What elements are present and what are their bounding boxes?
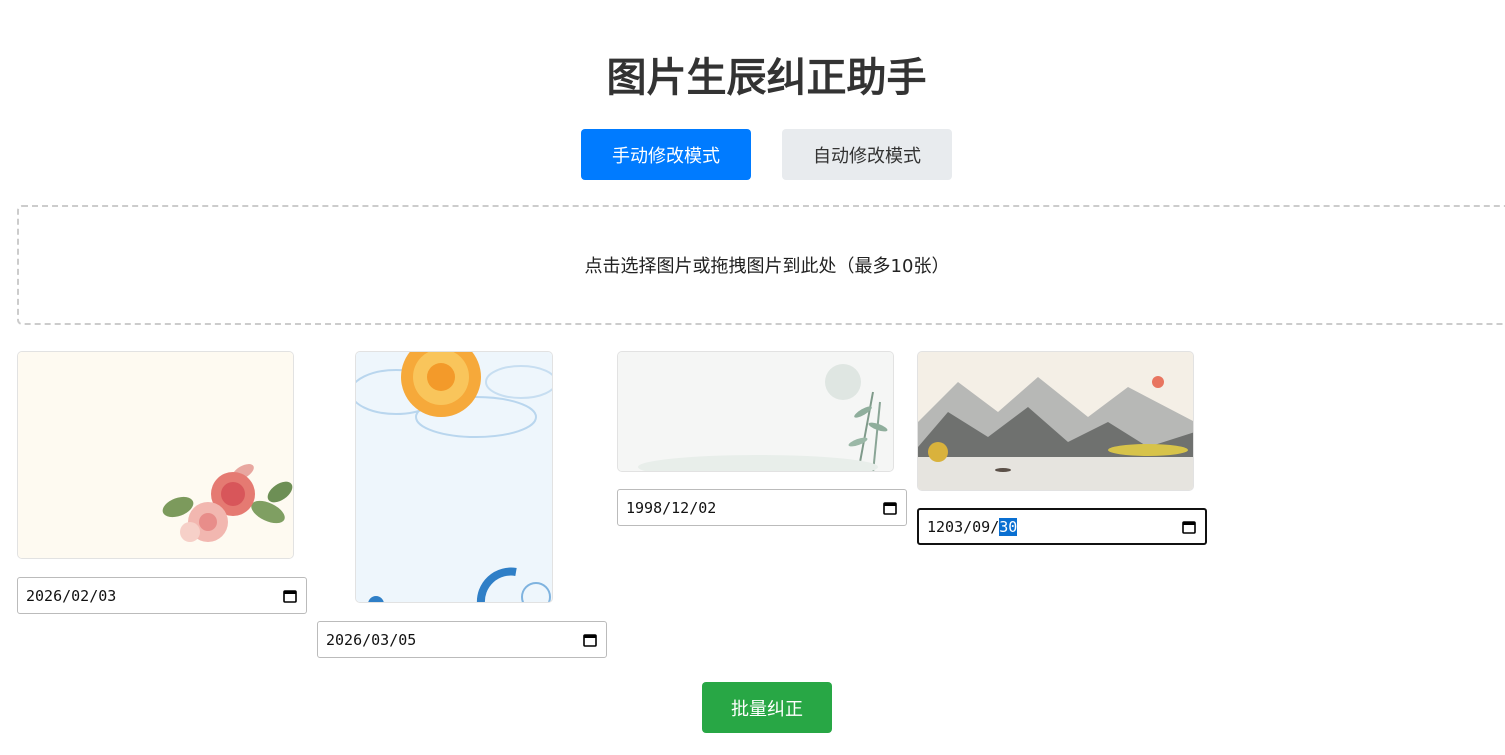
- calendar-icon[interactable]: [882, 500, 898, 516]
- date-prefix: 1203/09/: [927, 517, 1000, 536]
- date-input[interactable]: 1203/09/30: [917, 508, 1207, 545]
- calendar-icon[interactable]: [582, 632, 598, 648]
- batch-correct-button[interactable]: 批量纠正: [702, 682, 832, 733]
- image-thumbnail: [617, 351, 894, 472]
- upload-dropzone[interactable]: 点击选择图片或拖拽图片到此处（最多10张）: [17, 205, 1505, 325]
- date-input[interactable]: 2026/02/03: [17, 577, 307, 614]
- upload-prompt: 点击选择图片或拖拽图片到此处（最多10张）: [584, 256, 950, 277]
- date-input[interactable]: 2026/03/05: [317, 621, 607, 658]
- manual-mode-button[interactable]: 手动修改模式: [581, 129, 751, 180]
- calendar-icon[interactable]: [1181, 519, 1197, 535]
- image-thumbnail: [355, 351, 553, 603]
- sun-cloud-image: [356, 352, 552, 602]
- floral-image: [18, 352, 293, 558]
- bamboo-image: [618, 352, 893, 471]
- auto-mode-button[interactable]: 自动修改模式: [782, 129, 952, 180]
- landscape-image: [918, 352, 1193, 490]
- page-title: 图片生辰纠正助手: [606, 55, 927, 101]
- calendar-icon[interactable]: [282, 588, 298, 604]
- image-thumbnail: [17, 351, 294, 559]
- date-input[interactable]: 1998/12/02: [617, 489, 907, 526]
- date-selected-segment[interactable]: 30: [999, 517, 1018, 536]
- image-thumbnail: [917, 351, 1194, 491]
